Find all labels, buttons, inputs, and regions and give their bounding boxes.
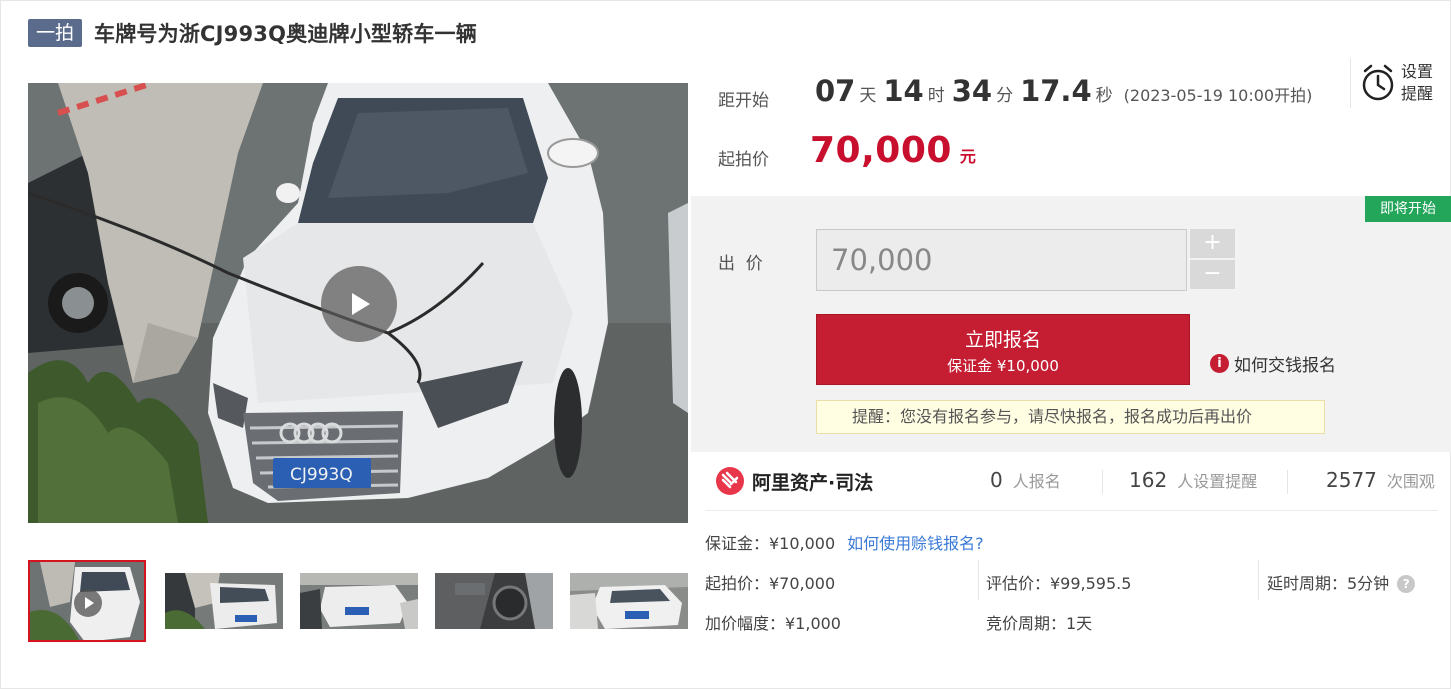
view-count-label: 次围观 bbox=[1386, 472, 1435, 491]
thumbnail-image bbox=[165, 573, 283, 629]
set-reminder-button[interactable]: 设置 提醒 bbox=[1350, 58, 1445, 108]
decrease-bid-button[interactable]: − bbox=[1190, 260, 1235, 289]
bidding-cycle-info: 竞价周期：1天 bbox=[986, 614, 1093, 633]
increment-info: 加价幅度：¥1,000 bbox=[705, 614, 841, 633]
deposit-info: 保证金：¥10,000 如何使用赊钱报名? bbox=[705, 530, 984, 554]
signup-hint: 提醒：您没有报名参与，请尽快报名，报名成功后再出价 bbox=[816, 400, 1325, 434]
alarm-clock-icon bbox=[1362, 64, 1394, 101]
thumbnail-video[interactable] bbox=[28, 560, 146, 642]
how-to-pay-label: 如何交钱报名 bbox=[1234, 356, 1336, 376]
thumbnail-photo[interactable] bbox=[165, 560, 283, 642]
status-badge: 即将开始 bbox=[1365, 196, 1451, 222]
start-price-info: 起拍价：¥70,000 bbox=[705, 574, 836, 593]
bid-panel: 即将开始 出 价 70,000 + − 立即报名 保证金 ¥10,000 i 如… bbox=[691, 196, 1451, 452]
thumbnail-photo[interactable] bbox=[300, 560, 418, 642]
divider bbox=[1287, 470, 1288, 494]
start-price-value: 70,000 bbox=[810, 130, 952, 171]
signup-count-number: 0 bbox=[990, 468, 1003, 492]
view-count: 2577 次围观 bbox=[1326, 468, 1435, 492]
delay-period-text: 延时周期：5分钟 bbox=[1267, 574, 1390, 593]
thumbnail-photo[interactable] bbox=[570, 560, 688, 642]
set-reminder-label: 设置 提醒 bbox=[1401, 62, 1434, 103]
countdown-minutes-unit: 分 bbox=[996, 86, 1014, 106]
countdown-days-unit: 天 bbox=[859, 86, 877, 106]
deposit-text: 保证金：¥10,000 bbox=[705, 534, 836, 553]
delay-period-info: 延时周期：5分钟? bbox=[1267, 570, 1416, 594]
countdown-seconds-unit: 秒 bbox=[1095, 86, 1113, 106]
deposit-loan-link[interactable]: 如何使用赊钱报名? bbox=[847, 534, 984, 553]
view-count-number: 2577 bbox=[1326, 468, 1377, 492]
divider bbox=[1258, 560, 1259, 600]
countdown-timer: 07 天 14 时 34 分 17.4 秒 (2023-05-19 10:00开… bbox=[815, 74, 1312, 108]
stats-row: 阿里资产·司法 0 人报名 162 人设置提醒 2577 次围观 bbox=[715, 463, 1438, 503]
thumbnail-image bbox=[435, 573, 553, 629]
brand-logo: 阿里资产·司法 bbox=[715, 466, 873, 496]
reminder-count-label: 人设置提醒 bbox=[1177, 472, 1258, 491]
signup-button[interactable]: 立即报名 保证金 ¥10,000 bbox=[816, 314, 1190, 385]
reminder-count-number: 162 bbox=[1129, 468, 1168, 492]
countdown-seconds: 17.4 bbox=[1020, 74, 1092, 108]
brand-name: 阿里资产·司法 bbox=[752, 471, 874, 494]
countdown-label: 距开始 bbox=[718, 91, 769, 111]
signup-count: 0 人报名 bbox=[990, 468, 1061, 492]
info-icon: i bbox=[1210, 354, 1229, 373]
thumbnail-image bbox=[300, 573, 418, 629]
thumbnail-play-icon bbox=[74, 589, 102, 617]
page-title: 车牌号为浙CJ993Q奥迪牌小型轿车一辆 bbox=[94, 22, 477, 46]
main-photo[interactable]: CJ993Q bbox=[28, 83, 688, 523]
divider bbox=[1102, 470, 1103, 494]
how-to-pay-link[interactable]: i 如何交钱报名 bbox=[1210, 351, 1336, 376]
increase-bid-button[interactable]: + bbox=[1190, 229, 1235, 258]
play-icon bbox=[352, 293, 370, 315]
start-price: 70,000 元 bbox=[810, 130, 976, 171]
start-price-label: 起拍价 bbox=[718, 150, 769, 170]
signup-deposit-label: 保证金 ¥10,000 bbox=[947, 357, 1059, 375]
help-icon[interactable]: ? bbox=[1397, 575, 1416, 593]
start-price-unit: 元 bbox=[959, 147, 976, 166]
stats-divider bbox=[705, 510, 1438, 511]
bid-amount-input[interactable]: 70,000 bbox=[816, 229, 1187, 291]
reminder-count: 162 人设置提醒 bbox=[1129, 468, 1257, 492]
title-row: 一拍 车牌号为浙CJ993Q奥迪牌小型轿车一辆 bbox=[28, 18, 477, 48]
start-time-note: (2023-05-19 10:00开拍) bbox=[1123, 86, 1313, 105]
auction-round-tag: 一拍 bbox=[28, 19, 83, 47]
bid-label: 出 价 bbox=[718, 254, 763, 274]
countdown-hours-unit: 时 bbox=[927, 86, 945, 106]
plate-text: CJ993Q bbox=[290, 465, 353, 485]
divider bbox=[978, 560, 979, 600]
signup-count-label: 人报名 bbox=[1012, 472, 1061, 491]
thumbnail-image bbox=[570, 573, 688, 629]
ali-assets-logo-icon bbox=[716, 467, 744, 495]
thumbnail-photo[interactable] bbox=[435, 560, 553, 642]
countdown-hours: 14 bbox=[883, 74, 924, 108]
appraisal-info: 评估价：¥99,595.5 bbox=[986, 574, 1132, 593]
countdown-days: 07 bbox=[815, 74, 856, 108]
signup-button-label: 立即报名 bbox=[964, 329, 1041, 351]
countdown-minutes: 34 bbox=[951, 74, 993, 108]
video-play-button[interactable] bbox=[321, 266, 397, 342]
